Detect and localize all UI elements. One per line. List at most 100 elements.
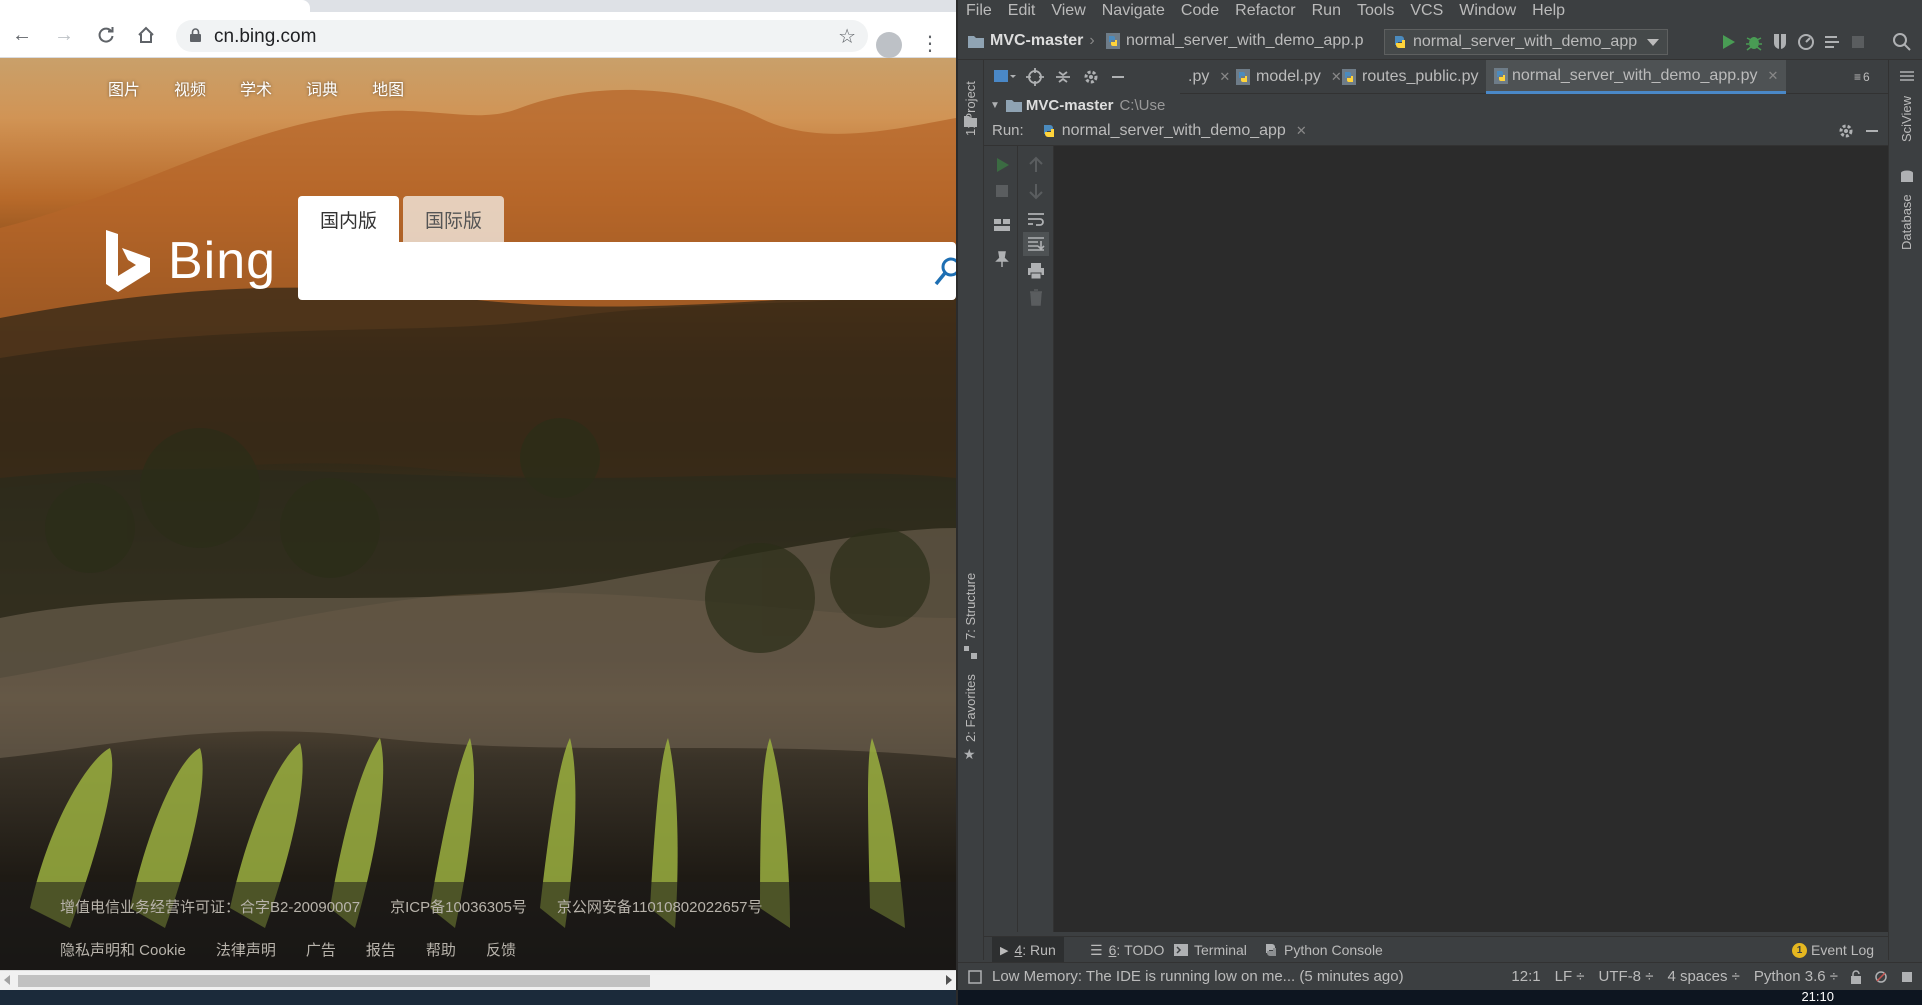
- search-everywhere-icon[interactable]: [1892, 32, 1912, 52]
- footer-license[interactable]: 增值电信业务经营许可证：合字B2-20090007: [60, 896, 360, 917]
- pin-icon[interactable]: [993, 250, 1011, 268]
- footer-privacy[interactable]: 隐私声明和 Cookie: [60, 939, 186, 960]
- menu-help[interactable]: Help: [1532, 2, 1565, 20]
- coverage-icon[interactable]: [1770, 32, 1790, 52]
- bottom-tab-terminal[interactable]: Terminal: [1166, 937, 1255, 963]
- debug-icon[interactable]: [1744, 32, 1764, 52]
- breadcrumb-project[interactable]: MVC-master ›: [968, 32, 1095, 50]
- status-interpreter[interactable]: Python 3.6 ÷: [1754, 968, 1838, 985]
- scroll-right-icon[interactable]: [946, 975, 952, 985]
- browser-active-tab[interactable]: [0, 0, 310, 12]
- close-icon[interactable]: ✕: [1767, 68, 1778, 84]
- horizontal-scrollbar[interactable]: [0, 970, 956, 990]
- menu-file[interactable]: File: [966, 2, 992, 20]
- memory-indicator-icon[interactable]: [1900, 970, 1914, 984]
- gear-icon[interactable]: [1082, 68, 1100, 86]
- soft-wrap-icon[interactable]: [1027, 210, 1045, 228]
- footer-ads[interactable]: 广告: [306, 939, 336, 960]
- tab-international[interactable]: 国际版: [403, 196, 505, 242]
- footer-icp[interactable]: 京ICP备10036305号: [390, 896, 527, 917]
- tool-structure[interactable]: 7: Structure: [963, 573, 978, 640]
- locate-icon[interactable]: [1026, 68, 1044, 86]
- menu-navigate[interactable]: Navigate: [1102, 2, 1165, 20]
- editor-tab-2[interactable]: routes_public.py✕: [1334, 60, 1507, 94]
- search-input[interactable]: [298, 242, 956, 300]
- arrow-down-icon[interactable]: [1027, 182, 1045, 200]
- nav-link-dictionary[interactable]: 词典: [306, 76, 338, 100]
- scroll-to-end-icon[interactable]: [1027, 235, 1045, 253]
- menu-window[interactable]: Window: [1459, 2, 1516, 20]
- tabs-overflow[interactable]: ≡ 6: [1846, 60, 1878, 94]
- collapse-all-icon[interactable]: [1054, 68, 1072, 86]
- concurrency-icon[interactable]: [1822, 32, 1842, 52]
- address-bar[interactable]: cn.bing.com ☆: [176, 20, 868, 52]
- menu-vcs[interactable]: VCS: [1410, 2, 1443, 20]
- menu-refactor[interactable]: Refactor: [1235, 2, 1295, 20]
- breadcrumb-file[interactable]: normal_server_with_demo_app.p: [1106, 32, 1363, 50]
- status-encoding[interactable]: UTF-8 ÷: [1599, 968, 1654, 985]
- footer-legal[interactable]: 法律声明: [216, 939, 276, 960]
- toggle-tool-windows-icon[interactable]: [968, 969, 982, 984]
- run-console-output[interactable]: [1054, 146, 1888, 932]
- home-icon[interactable]: [132, 21, 160, 49]
- footer-help[interactable]: 帮助: [426, 939, 456, 960]
- status-message[interactable]: Low Memory: The IDE is running low on me…: [992, 968, 1404, 985]
- profile-avatar[interactable]: [876, 32, 902, 58]
- rerun-icon[interactable]: [993, 156, 1011, 174]
- trash-icon[interactable]: [1027, 288, 1045, 306]
- footer-police-record[interactable]: 京公网安备11010802022657号: [557, 896, 763, 917]
- stop-icon[interactable]: [993, 182, 1011, 200]
- bottom-tab-todo[interactable]: ☰ 6: TODO: [1082, 937, 1172, 963]
- bottom-tab-run[interactable]: ▶ 4: Run: [992, 937, 1064, 963]
- nav-link-maps[interactable]: 地图: [372, 76, 404, 100]
- menu-code[interactable]: Code: [1181, 2, 1219, 20]
- menu-run[interactable]: Run: [1312, 2, 1341, 20]
- editor-tab-3[interactable]: normal_server_with_demo_app.py ✕: [1486, 60, 1787, 94]
- chrome-menu-icon[interactable]: ⋮: [920, 31, 940, 56]
- print-icon[interactable]: [1027, 262, 1045, 280]
- bookmark-star-icon[interactable]: ☆: [838, 24, 856, 49]
- reload-icon[interactable]: [92, 21, 120, 49]
- hide-icon[interactable]: [1110, 69, 1126, 85]
- taskbar-clock[interactable]: 21:10: [1801, 989, 1834, 1004]
- expand-arrow-icon[interactable]: ▼: [990, 100, 1000, 111]
- tool-sciview[interactable]: SciView: [1899, 96, 1914, 142]
- footer-feedback[interactable]: 反馈: [486, 939, 516, 960]
- bottom-tab-python-console[interactable]: Python Console: [1256, 937, 1391, 963]
- forward-icon[interactable]: →: [50, 21, 78, 49]
- run-config-select[interactable]: normal_server_with_demo_app: [1384, 29, 1668, 55]
- nav-link-academic[interactable]: 学术: [240, 76, 272, 100]
- footer-report[interactable]: 报告: [366, 939, 396, 960]
- status-indent[interactable]: 4 spaces ÷: [1667, 968, 1739, 985]
- editor-tab-1[interactable]: model.py ✕: [1228, 60, 1350, 94]
- nav-link-images[interactable]: 图片: [108, 76, 140, 100]
- bing-logo[interactable]: Bing: [106, 230, 276, 292]
- stop-icon[interactable]: [1848, 32, 1868, 52]
- status-caret-position[interactable]: 12:1: [1511, 968, 1540, 985]
- event-log-button[interactable]: 1 Event Log: [1784, 937, 1882, 963]
- project-tree-root[interactable]: ▼ MVC-master C:\Usе: [986, 94, 1180, 116]
- run-icon[interactable]: [1718, 32, 1738, 52]
- search-icon[interactable]: [934, 256, 956, 286]
- tab-domestic[interactable]: 国内版: [298, 196, 400, 242]
- nav-link-videos[interactable]: 视频: [174, 76, 206, 100]
- lock-icon[interactable]: [1850, 969, 1862, 984]
- project-view-icon[interactable]: [994, 69, 1016, 85]
- menu-tools[interactable]: Tools: [1357, 2, 1394, 20]
- back-icon[interactable]: ←: [8, 21, 36, 49]
- restore-layout-icon[interactable]: [993, 216, 1011, 234]
- scrollbar-thumb[interactable]: [18, 975, 650, 987]
- close-icon[interactable]: ✕: [1296, 123, 1307, 139]
- status-line-separator[interactable]: LF ÷: [1555, 968, 1585, 985]
- menu-edit[interactable]: Edit: [1008, 2, 1036, 20]
- profile-run-icon[interactable]: [1796, 32, 1816, 52]
- tool-favorites[interactable]: 2: Favorites: [963, 674, 978, 742]
- inspector-icon[interactable]: [1874, 970, 1888, 984]
- run-tab[interactable]: normal_server_with_demo_app ✕: [1042, 122, 1307, 140]
- menu-view[interactable]: View: [1051, 2, 1085, 20]
- minimize-icon[interactable]: [1864, 123, 1880, 139]
- arrow-up-icon[interactable]: [1027, 156, 1045, 174]
- gear-icon[interactable]: [1838, 123, 1854, 139]
- tool-project[interactable]: 1: Project: [963, 81, 978, 136]
- tool-database[interactable]: Database: [1899, 194, 1914, 250]
